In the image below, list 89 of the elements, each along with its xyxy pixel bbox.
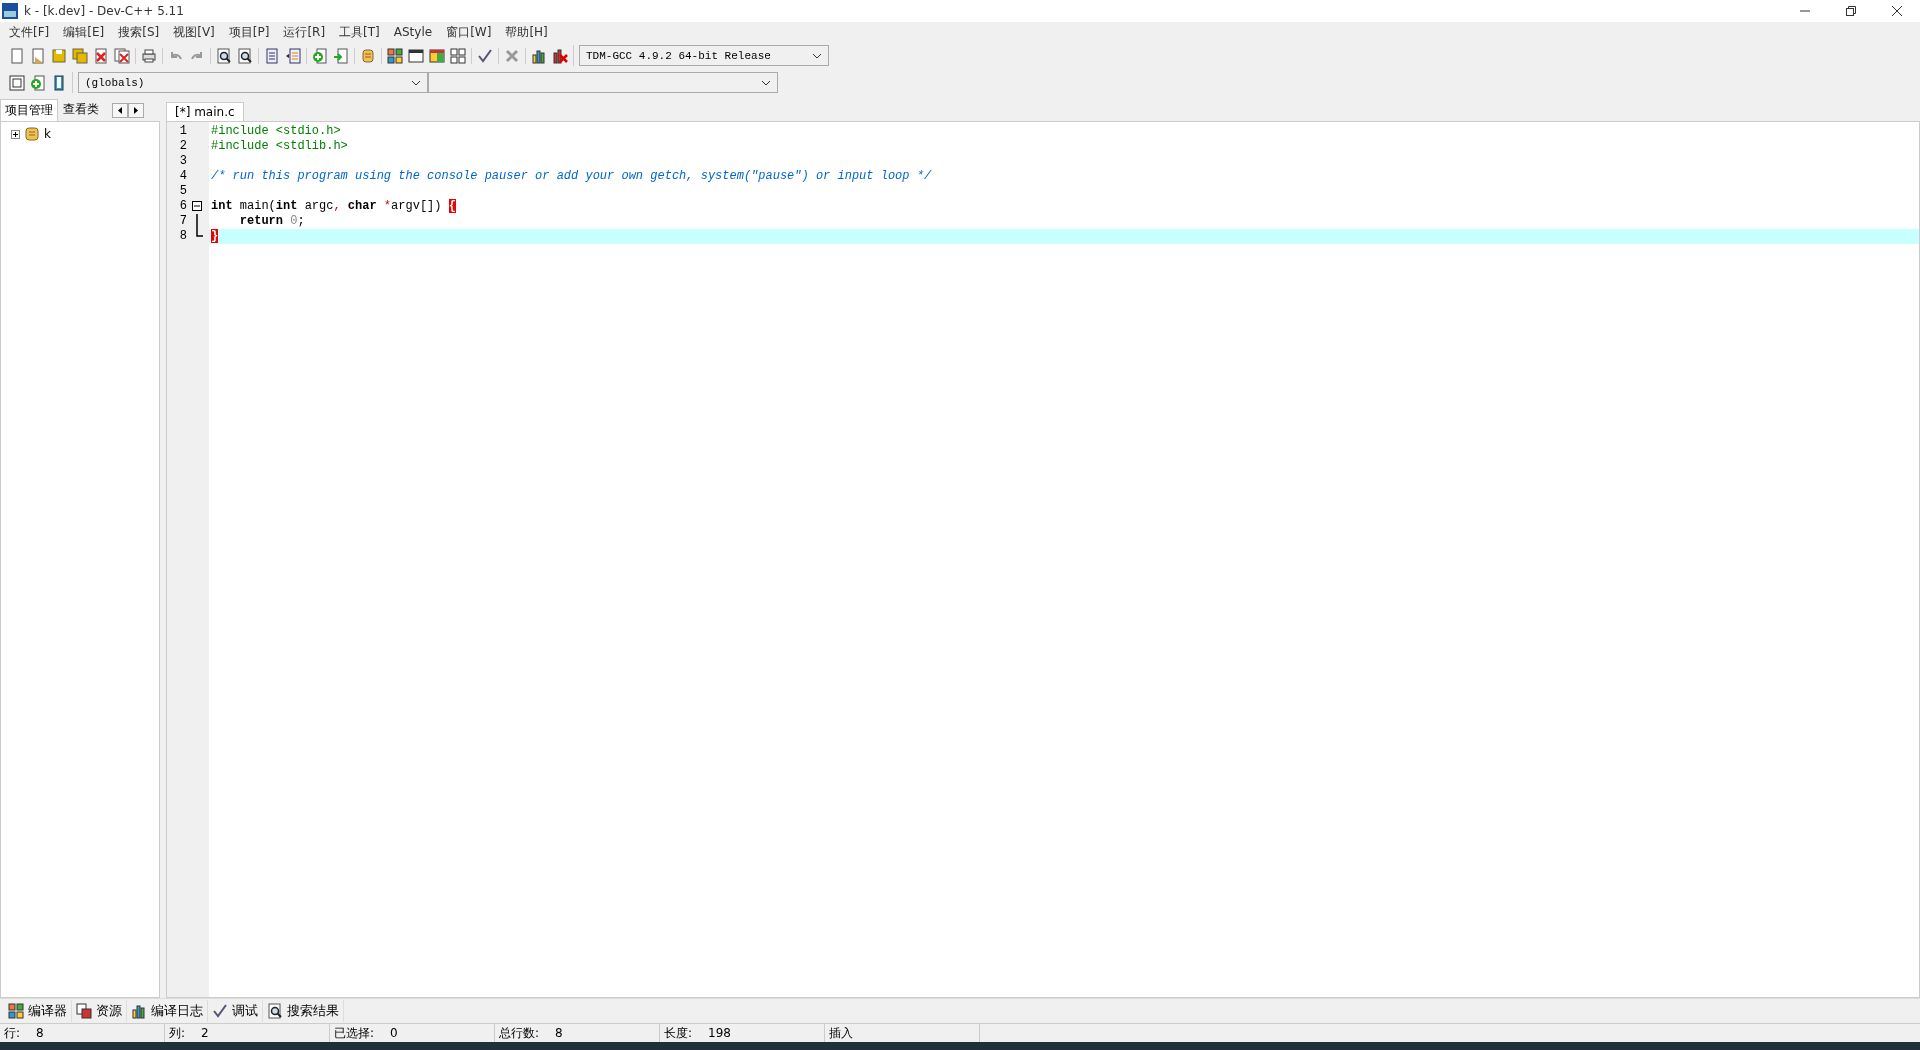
panel-tab[interactable]: 资源 — [72, 1000, 127, 1022]
panel-tab[interactable]: 调试 — [208, 1000, 263, 1022]
menu-item[interactable]: 搜索[S] — [111, 23, 167, 41]
code-line: /* run this program using the console pauser or add your own getch, system("pause") or input loop */ — [210, 169, 932, 184]
scroll-right-button[interactable] — [128, 103, 144, 118]
window-icon[interactable] — [408, 47, 424, 64]
app-icon — [2, 3, 18, 19]
printer-icon[interactable] — [141, 47, 157, 64]
right-triangle-icon — [134, 107, 138, 114]
bar-chart-icon — [131, 1003, 147, 1019]
panel-tab[interactable]: 编译日志 — [127, 1000, 208, 1022]
code-line: return 0; — [238, 214, 305, 229]
collapse-icon[interactable] — [192, 201, 202, 211]
panel-tab[interactable]: 查看类 — [58, 98, 104, 121]
blank-page-icon[interactable] — [9, 47, 25, 64]
left-triangle-icon — [118, 107, 122, 114]
menu-item[interactable]: 项目[P] — [221, 23, 277, 41]
cross-icon[interactable] — [504, 47, 520, 64]
line-number: 5 — [178, 184, 187, 199]
color-window-icon[interactable] — [429, 47, 445, 64]
line-number: 1 — [178, 124, 187, 139]
color-grid-icon[interactable] — [387, 47, 403, 64]
color-grid-icon — [8, 1003, 24, 1019]
list-arrow-icon[interactable] — [285, 47, 301, 64]
dropdown-caret-icon — [812, 52, 822, 59]
status-label: 总行数: — [499, 1024, 540, 1042]
bar-chart-x-icon[interactable] — [552, 47, 568, 64]
line-number: 4 — [178, 169, 187, 184]
line-number: 3 — [178, 154, 187, 169]
page-corner-icon[interactable] — [30, 47, 46, 64]
expand-icon[interactable] — [11, 129, 20, 139]
page-frame-icon[interactable] — [9, 74, 25, 91]
panel-tab[interactable]: 搜索结果 — [263, 1000, 344, 1022]
check-icon — [212, 1003, 228, 1019]
scroll-left-button[interactable] — [112, 103, 128, 118]
scope-dropdown[interactable]: (globals) — [78, 72, 428, 93]
menu-item[interactable]: 文件[F] — [2, 23, 57, 41]
compiler-dropdown[interactable]: TDM-GCC 4.9.2 64-bit Release — [579, 45, 829, 66]
status-label: 已选择: — [334, 1024, 375, 1042]
status-value: 8 — [555, 1026, 563, 1040]
minimize-icon — [1800, 10, 1810, 12]
menu-item[interactable]: 编辑[E] — [56, 23, 112, 41]
menu-item[interactable]: AStyle — [386, 25, 440, 39]
code-line: #include <stdlib.h> — [210, 139, 348, 154]
status-label: 行: — [4, 1024, 21, 1042]
status-value: 8 — [36, 1026, 44, 1040]
page-x-icon[interactable] — [93, 47, 109, 64]
page-plus-icon[interactable] — [30, 74, 46, 91]
code-line: #include <stdio.h> — [210, 124, 341, 139]
status-label: 列: — [169, 1024, 186, 1042]
menu-item[interactable]: 帮助[H] — [498, 23, 555, 41]
search-icon[interactable] — [237, 47, 253, 64]
line-number: 2 — [178, 139, 187, 154]
dropdown-caret-icon — [411, 79, 421, 86]
menu-item[interactable]: 窗口[W] — [439, 23, 499, 41]
pages-icon — [76, 1003, 92, 1019]
line-number: 7 — [178, 214, 187, 229]
bookmark-icon[interactable] — [51, 74, 67, 91]
scroll-icon[interactable] — [360, 47, 376, 64]
list-page-icon[interactable] — [264, 47, 280, 64]
status-label: 长度: — [664, 1024, 693, 1042]
page-arrow-icon[interactable] — [333, 47, 349, 64]
status-value: 198 — [708, 1026, 731, 1040]
pages-x-icon[interactable] — [114, 47, 130, 64]
check-icon[interactable] — [477, 47, 493, 64]
panel-tab[interactable]: 编译器 — [4, 1000, 72, 1022]
line-number: 8 — [178, 229, 187, 244]
file-tab[interactable]: [*] main.c — [166, 102, 244, 121]
status-value: 2 — [201, 1026, 209, 1040]
status-label: 插入 — [829, 1024, 853, 1042]
menu-item[interactable]: 视图[V] — [166, 23, 222, 41]
code-line: int main(int argc, char *argv[]) { — [210, 199, 456, 214]
project-icon — [24, 126, 40, 142]
restore-icon — [1846, 6, 1856, 16]
menu-item[interactable]: 运行[R] — [276, 23, 333, 41]
search-icon — [267, 1003, 283, 1019]
status-value: 0 — [390, 1026, 398, 1040]
menu-item[interactable]: 工具[T] — [332, 23, 387, 41]
grid-icon[interactable] — [450, 47, 466, 64]
panel-tab[interactable]: 项目管理 — [0, 99, 58, 121]
dropdown-caret-icon — [761, 79, 771, 86]
window-title: k - [k.dev] - Dev-C++ 5.11 — [24, 4, 185, 18]
search-icon[interactable] — [216, 47, 232, 64]
page-plus-icon[interactable] — [312, 47, 328, 64]
bar-chart-icon[interactable] — [531, 47, 547, 64]
tree-item[interactable]: k — [44, 127, 51, 141]
close-icon — [1892, 6, 1902, 16]
line-number: 6 — [178, 199, 187, 214]
floppy-disks-icon[interactable] — [72, 47, 88, 64]
